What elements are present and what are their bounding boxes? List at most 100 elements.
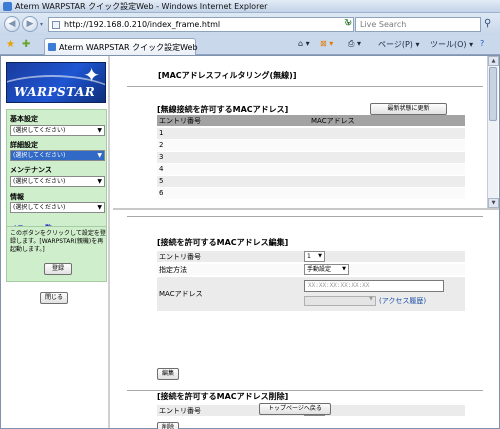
menu-label-info: 情報 [10,193,24,201]
mac-table-header: エントリ番号 MACアドレス [157,115,465,126]
back-to-top-button[interactable]: トップページへ戻る [259,403,331,415]
list-scrollbar[interactable]: ▲ ▼ [487,56,499,208]
tab-label: Aterm WARPSTAR クイック設定Web [59,43,198,52]
delete-heading: [接続を許可するMACアドレス削除] [157,392,289,401]
divider-line [127,390,483,391]
menu-label-maintenance: メンテナンス [10,166,52,174]
page-title: [MACアドレスフィルタリング(無線)] [158,71,297,80]
mac-edit-frame: [接続を許可するMACアドレス編集] エントリ番号 1 ▼ 指定方法 手動設定 … [113,210,499,428]
print-icon[interactable]: ⎙ ▾ [348,39,361,49]
entry-number: 2 [159,141,164,149]
info-value: (選択してください) [13,204,66,211]
access-history-link[interactable]: (アクセス履歴) [379,296,426,306]
window-titlebar: Aterm WARPSTAR クイック設定Web - Windows Inter… [0,0,500,13]
table-row: 2 [157,140,465,151]
entry-number-label: エントリ番号 [159,253,201,261]
delete-button[interactable]: 削除 [157,422,179,429]
entry-number-row: エントリ番号 1 ▼ [157,251,465,262]
info-select[interactable]: (選択してください) ▼ [10,202,105,213]
mac-address-label: MACアドレス [159,290,203,298]
entry-number: 4 [159,165,164,173]
register-note-text: このボタンをクリックして設定を登録します。[WARPSTAR(親機)を再起動しま… [10,230,106,253]
warpstar-logo: ✦ WARPSTAR [6,62,106,103]
chevron-down-icon: ▼ [318,253,322,259]
advanced-settings-value: (選択してください) [13,152,66,159]
page-menu[interactable]: ページ(P) ▾ [378,39,419,50]
table-row: 4 [157,164,465,175]
history-dropdown-icon[interactable]: ▾ [40,21,43,28]
star-icon: ✦ [83,63,100,87]
forward-button[interactable]: ▶ [22,16,38,32]
address-url[interactable]: http://192.168.0.210/index_frame.html [64,20,220,29]
table-row: 5 [157,176,465,187]
column-header-mac: MACアドレス [311,117,355,125]
left-menu-frame: ✦ WARPSTAR 基本設定 (選択してください) ▼ 詳細設定 (選択してく… [2,56,110,428]
tools-menu[interactable]: ツール(O) ▾ [430,39,473,50]
menu-label-advanced: 詳細設定 [10,141,38,149]
mac-history-select: ▼ [304,296,376,306]
favorites-star-icon[interactable]: ★ [6,39,15,50]
maintenance-select[interactable]: (選択してください) ▼ [10,176,105,187]
address-bar[interactable]: http://192.168.0.210/index_frame.html ▾ [48,17,354,32]
chevron-down-icon: ▼ [342,266,346,272]
delete-entry-label: エントリ番号 [159,407,201,415]
entry-number-value: 1 [307,253,311,260]
scroll-down-icon[interactable]: ▼ [488,198,499,208]
chevron-down-icon: ▼ [97,204,102,211]
back-button[interactable]: ◀ [4,16,20,32]
table-row: 6 [157,188,465,199]
register-note-box: このボタンをクリックして設定を登録します。[WARPSTAR(親機)を再起動しま… [6,226,107,282]
maintenance-value: (選択してください) [13,178,66,185]
entry-number: 1 [159,129,164,137]
edit-heading: [接続を許可するMACアドレス編集] [157,238,289,247]
edit-button[interactable]: 編集 [157,368,179,380]
logo-text: WARPSTAR [14,85,96,99]
chevron-down-icon: ▼ [97,152,102,159]
add-favorites-icon[interactable]: ✚ [22,39,30,50]
divider-line [127,86,483,87]
column-header-entry: エントリ番号 [159,117,201,125]
scroll-up-icon[interactable]: ▲ [488,56,499,66]
feed-icon[interactable]: ⊠ ▾ [320,39,333,48]
page-content: ✦ WARPSTAR 基本設定 (選択してください) ▼ 詳細設定 (選択してく… [0,55,500,429]
search-icon[interactable]: ⚲ [484,18,491,29]
entry-number: 3 [159,153,164,161]
table-row: 1 [157,128,465,139]
tab-bar: ★ ✚ Aterm WARPSTAR クイック設定Web ⌂ ▾ ⊠ ▾ ⎙ ▾… [0,35,500,55]
mac-address-input[interactable]: XX:XX:XX:XX:XX:XX [304,280,444,292]
chevron-down-icon: ▼ [97,178,102,185]
advanced-settings-select[interactable]: (選択してください) ▼ [10,150,105,161]
method-row: 指定方法 手動設定 ▼ [157,264,465,275]
tab-icon [48,43,56,51]
scroll-thumb[interactable] [489,67,497,121]
chevron-down-icon: ▼ [369,296,373,302]
method-select[interactable]: 手動設定 ▼ [304,264,349,275]
page-icon [52,21,60,29]
entry-number-select[interactable]: 1 ▼ [304,251,325,262]
allowed-list-heading: [無線接続を許可するMACアドレス] [157,105,289,114]
mac-address-row: MACアドレス XX:XX:XX:XX:XX:XX ▼ (アクセス履歴) [157,277,465,311]
refresh-status-button[interactable]: 最新状態に更新 [370,103,447,115]
window-title: Aterm WARPSTAR クイック設定Web - Windows Inter… [15,2,268,11]
ie-icon [3,2,12,11]
navigation-bar: ◀ ▶ ▾ http://192.168.0.210/index_frame.h… [0,13,500,35]
register-button[interactable]: 登録 [44,263,72,275]
mac-list-frame: [MACアドレスフィルタリング(無線)] [無線接続を許可するMACアドレス] … [113,56,487,208]
method-label: 指定方法 [159,266,187,274]
close-button[interactable]: 閉じる [40,292,68,304]
entry-number: 6 [159,189,164,197]
home-icon[interactable]: ⌂ ▾ [298,39,310,48]
chevron-down-icon: ▼ [97,127,102,134]
browser-tab[interactable]: Aterm WARPSTAR クイック設定Web [44,38,198,55]
basic-settings-select[interactable]: (選択してください) ▼ [10,125,105,136]
method-value: 手動設定 [307,266,332,273]
search-placeholder: Live Search [360,20,407,29]
refresh-icon[interactable]: ↻ [344,18,352,30]
help-icon[interactable]: ? [480,39,484,48]
divider-line [127,216,483,217]
entry-number: 5 [159,177,164,185]
menu-label-basic: 基本設定 [10,115,38,123]
search-input[interactable]: Live Search [355,17,481,32]
table-row: 3 [157,152,465,163]
basic-settings-value: (選択してください) [13,127,66,134]
